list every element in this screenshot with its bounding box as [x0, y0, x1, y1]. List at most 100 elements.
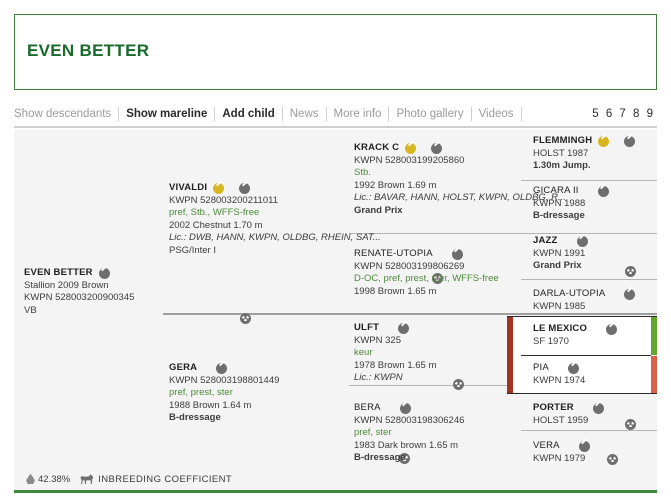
node-badges — [439, 248, 464, 390]
tab-more-info[interactable]: More info — [327, 104, 389, 124]
separator-gen1 — [163, 313, 657, 315]
node-sport: B-dressage — [533, 210, 585, 222]
tab-photo-gallery[interactable]: Photo gallery — [389, 104, 470, 124]
pedigree-canvas: EVEN BETTER Stallion 2009 Brown KWPN 528… — [14, 130, 657, 466]
node-desc: 1983 Dark brown 1.65 m — [354, 439, 459, 451]
node-name: BERA — [354, 402, 381, 413]
edit-icon[interactable] — [216, 362, 228, 374]
edit-icon[interactable] — [98, 267, 110, 279]
node-badges — [593, 323, 619, 465]
edit-icon[interactable] — [239, 182, 251, 194]
node-badges — [555, 362, 579, 374]
separator-gen3-b — [521, 279, 657, 280]
node-badges — [580, 402, 604, 414]
tab-show-descendants[interactable]: Show descendants — [14, 104, 118, 124]
page-title: EVEN BETTER — [27, 41, 150, 60]
edit-icon[interactable] — [451, 248, 463, 260]
action-tabbar: Show descendants Show mareline Add child… — [14, 102, 657, 126]
node-traits: pref, Stb., WFFS-free — [169, 207, 260, 219]
edit-icon[interactable] — [578, 440, 590, 452]
node-porter[interactable]: PORTER HOLST 1959 — [533, 402, 604, 427]
node-badges — [385, 322, 411, 464]
node-desc: 2002 Chestnut 1.70 m — [169, 219, 263, 231]
node-name: KRACK C — [354, 142, 400, 153]
edit-icon[interactable] — [624, 135, 636, 147]
node-badges — [598, 135, 637, 277]
edit-icon[interactable] — [567, 362, 579, 374]
node-desc: 1978 Brown 1.65 m — [354, 359, 437, 371]
node-registration: KWPN 1985 — [533, 300, 586, 312]
node-vivaldi[interactable]: VIVALDI KWPN 528003200211011 pref, Stb.,… — [169, 182, 381, 324]
tab-show-mareline[interactable]: Show mareline — [119, 104, 214, 124]
node-registration: KWPN 528003198306246 — [354, 414, 465, 426]
node-registration: KWPN 528003198801449 — [169, 374, 280, 386]
node-name: DARLA-UTOPIA — [533, 288, 606, 299]
node-registration: SF 1970 — [533, 335, 569, 347]
node-vera[interactable]: VERA KWPN 1979 — [533, 440, 590, 465]
node-registration: HOLST 1959 — [533, 414, 589, 426]
node-name: PIA — [533, 362, 549, 373]
node-bera[interactable]: BERA KWPN 528003198306246 pref, ster 198… — [354, 402, 464, 465]
node-ulft[interactable]: ULFT KWPN 325 keur 1978 Brown 1.65 m Lic… — [354, 322, 437, 464]
node-name: VERA — [533, 440, 560, 451]
tab-add-child[interactable]: Add child — [215, 104, 281, 124]
node-badges — [405, 142, 444, 284]
tab-news[interactable]: News — [283, 104, 326, 124]
node-darla-utopia[interactable]: DARLA-UTOPIA KWPN 1985 — [533, 288, 637, 430]
tab-divider — [520, 107, 522, 121]
node-even-better[interactable]: EVEN BETTER Stallion 2009 Brown KWPN 528… — [24, 267, 134, 317]
edit-icon[interactable] — [606, 323, 618, 335]
node-le-mexico[interactable]: LE MEXICO SF 1970 — [533, 323, 619, 465]
highlight-edit-icon[interactable] — [598, 135, 610, 147]
node-traits: D-OC, pref, prest, ster, WFFS-free — [354, 273, 499, 285]
edit-icon[interactable] — [592, 402, 604, 414]
separator-gen2-top — [349, 233, 657, 234]
node-name: PORTER — [533, 402, 574, 413]
edit-icon[interactable] — [624, 288, 636, 300]
edit-icon[interactable] — [399, 402, 411, 414]
pedigree-icon[interactable] — [625, 418, 637, 430]
edit-icon[interactable] — [431, 142, 443, 154]
pedigree-icon[interactable] — [607, 453, 619, 465]
node-name: GICARA II — [533, 185, 579, 196]
tabbar-rule — [14, 126, 657, 128]
node-name: ULFT — [354, 322, 380, 333]
highlight-edit-icon[interactable] — [405, 142, 417, 154]
node-name: LE MEXICO — [533, 323, 588, 334]
inbreeding-label: INBREEDING COEFFICIENT — [98, 473, 233, 485]
node-renate-utopia[interactable]: RENATE-UTOPIA KWPN 528003199806269 D-OC,… — [354, 248, 499, 390]
card-left-marker — [507, 317, 513, 393]
pedigree-icon[interactable] — [240, 312, 252, 324]
highlight-edit-icon[interactable] — [213, 182, 225, 194]
edit-icon[interactable] — [398, 322, 410, 334]
node-pia[interactable]: PIA KWPN 1974 — [533, 362, 585, 387]
node-sport: B-dressage — [169, 412, 221, 424]
node-badges — [564, 235, 589, 377]
node-traits: pref, prest, ster — [169, 387, 233, 399]
node-name: RENATE-UTOPIA — [354, 248, 433, 259]
node-registration: KWPN 1974 — [533, 374, 586, 386]
node-name: FLEMMINGH — [533, 135, 593, 146]
node-badges — [203, 362, 228, 374]
footer-rule — [14, 490, 657, 493]
node-flemmingh[interactable]: FLEMMINGH HOLST 1987 1.30m Jump. — [533, 135, 637, 277]
tab-videos[interactable]: Videos — [472, 104, 521, 124]
node-licence: Lic.: DWB, HANN, KWPN, OLDBG, RHEIN, SAT… — [169, 232, 381, 244]
edit-icon[interactable] — [576, 235, 588, 247]
pedigree-icon[interactable] — [625, 265, 637, 277]
node-sport: B-dressage — [354, 452, 406, 464]
node-name: EVEN BETTER — [24, 267, 93, 278]
node-gera[interactable]: GERA KWPN 528003198801449 pref, prest, s… — [169, 362, 279, 425]
node-badges — [585, 185, 610, 327]
node-name: VIVALDI — [169, 182, 208, 193]
edit-icon[interactable] — [597, 185, 609, 197]
node-registration: KWPN 528003200900345 — [24, 292, 135, 304]
node-name: JAZZ — [533, 235, 558, 246]
node-gicara-ii[interactable]: GICARA II KWPN 1988 B-dressage — [533, 185, 610, 327]
pedigree-icon[interactable] — [452, 378, 464, 390]
card-right-marker-green — [651, 317, 657, 355]
node-jazz[interactable]: JAZZ KWPN 1991 Grand Prix — [533, 235, 589, 377]
node-registration: KWPN 528003200211011 — [169, 194, 278, 206]
pedigree-page: EVEN BETTER Show descendants Show mareli… — [0, 0, 671, 500]
generation-pager[interactable]: 5 6 7 8 9 — [592, 108, 657, 120]
